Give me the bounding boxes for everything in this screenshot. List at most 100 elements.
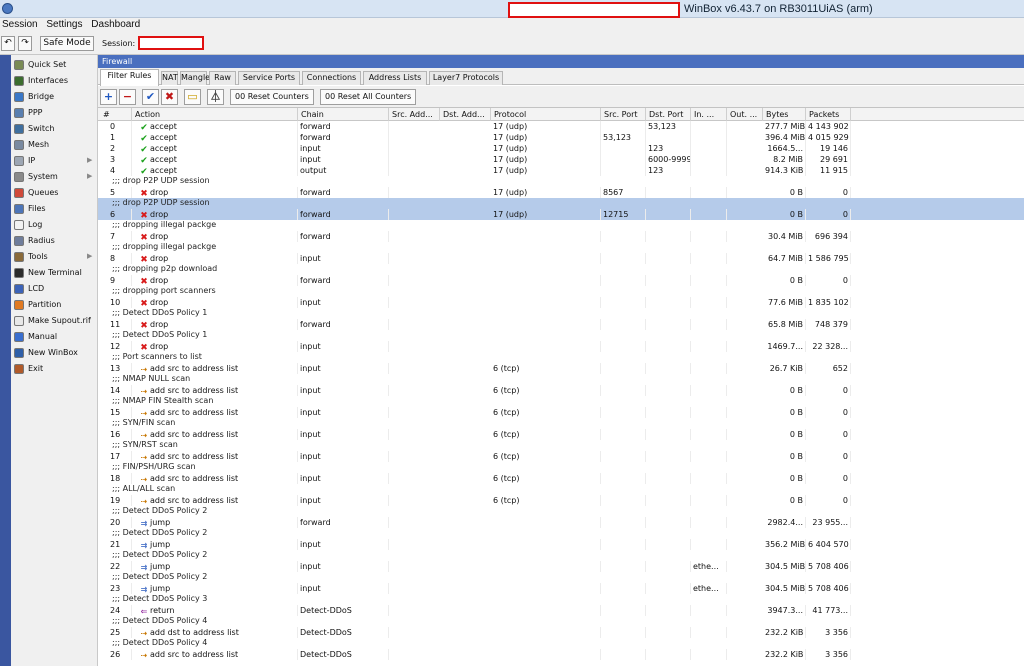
- reset-all-counters-button[interactable]: 00 Reset All Counters: [320, 89, 417, 105]
- undo-button[interactable]: ↶: [1, 36, 15, 51]
- table-row[interactable]: 2 ✔ accept input 17 (udp) 123 1664.5... 19 146: [98, 143, 1024, 154]
- table-row[interactable]: 12 ✖ drop input 1469.7... 22 328...: [98, 341, 1024, 352]
- sidebar-item-exit[interactable]: Exit: [11, 361, 98, 377]
- rule-comment-row[interactable]: ;;; SYN/RST scan: [98, 440, 1024, 451]
- table-row[interactable]: 14 ⇢ add src to address list input 6 (tcp) 0 …: [98, 385, 1024, 396]
- column-header[interactable]: Dst. Port: [646, 108, 691, 121]
- sidebar-item-bridge[interactable]: Bridge: [11, 89, 98, 105]
- table-row[interactable]: 20 ⇉ jump forward 2982.4... 23 955...: [98, 517, 1024, 528]
- sidebar-item-files[interactable]: Files: [11, 201, 98, 217]
- tab-connections[interactable]: Connections: [302, 71, 361, 85]
- disable-rule-button[interactable]: ✖: [161, 89, 178, 105]
- rule-comment-row[interactable]: ;;; drop P2P UDP session: [98, 198, 1024, 209]
- sidebar-item-radius[interactable]: Radius: [11, 233, 98, 249]
- sidebar-item-queues[interactable]: Queues: [11, 185, 98, 201]
- rule-comment-row[interactable]: ;;; Detect DDoS Policy 2: [98, 550, 1024, 561]
- table-row[interactable]: 11 ✖ drop forward 65.8 MiB 748 379: [98, 319, 1024, 330]
- sidebar-item-partition[interactable]: Partition: [11, 297, 98, 313]
- column-header[interactable]: Bytes: [763, 108, 806, 121]
- menu-settings[interactable]: Settings: [43, 18, 85, 30]
- rule-comment-row[interactable]: ;;; Detect DDoS Policy 2: [98, 528, 1024, 539]
- sidebar-item-quick-set[interactable]: Quick Set: [11, 57, 98, 73]
- sidebar-item-lcd[interactable]: LCD: [11, 281, 98, 297]
- column-header[interactable]: Protocol: [491, 108, 601, 121]
- table-row[interactable]: 25 ⇢ add dst to address list Detect-DDoS 232…: [98, 627, 1024, 638]
- redo-button[interactable]: ↷: [18, 36, 32, 51]
- table-row[interactable]: 13 ⇢ add src to address list input 6 (tcp) 26…: [98, 363, 1024, 374]
- rule-comment-row[interactable]: ;;; dropping port scanners: [98, 286, 1024, 297]
- safe-mode-button[interactable]: Safe Mode: [40, 36, 94, 51]
- rule-comment-row[interactable]: ;;; Port scanners to list: [98, 352, 1024, 363]
- table-row[interactable]: 1 ✔ accept forward 17 (udp) 53,123 396.4 MiB 4 …: [98, 132, 1024, 143]
- sidebar-item-new-winbox[interactable]: New WinBox: [11, 345, 98, 361]
- sidebar-item-ip[interactable]: IP ▶: [11, 153, 98, 169]
- table-row[interactable]: 6 ✖ drop forward 17 (udp) 12715 0 B0: [98, 209, 1024, 220]
- rule-comment-row[interactable]: ;;; Detect DDoS Policy 3: [98, 594, 1024, 605]
- session-input-redacted[interactable]: [138, 36, 204, 50]
- filter-icon-button[interactable]: ⏃: [207, 89, 224, 105]
- table-row[interactable]: 17 ⇢ add src to address list input 6 (tcp) 0 …: [98, 451, 1024, 462]
- sidebar-item-tools[interactable]: Tools ▶: [11, 249, 98, 265]
- sidebar-item-switch[interactable]: Switch: [11, 121, 98, 137]
- sidebar-item-interfaces[interactable]: Interfaces: [11, 73, 98, 89]
- column-header[interactable]: Dst. Add...: [440, 108, 491, 121]
- rule-comment-row[interactable]: ;;; dropping illegal packge: [98, 242, 1024, 253]
- table-row[interactable]: 5 ✖ drop forward 17 (udp) 8567 0 B0: [98, 187, 1024, 198]
- rule-comment-row[interactable]: ;;; Detect DDoS Policy 1: [98, 308, 1024, 319]
- tab-raw[interactable]: Raw: [209, 71, 236, 85]
- column-header[interactable]: Src. Add...: [389, 108, 440, 121]
- tab-layer7-protocols[interactable]: Layer7 Protocols: [429, 71, 503, 85]
- rule-comment-row[interactable]: ;;; NMAP NULL scan: [98, 374, 1024, 385]
- table-row[interactable]: 3 ✔ accept input 17 (udp) 6000-9999 8.2 MiB 29 …: [98, 154, 1024, 165]
- menu-dashboard[interactable]: Dashboard: [88, 18, 143, 30]
- rule-comment-row[interactable]: ;;; Detect DDoS Policy 2: [98, 572, 1024, 583]
- menu-session[interactable]: Session: [0, 18, 41, 30]
- rule-comment-row[interactable]: ;;; dropping p2p download: [98, 264, 1024, 275]
- column-header[interactable]: Chain: [298, 108, 389, 121]
- table-row[interactable]: 10 ✖ drop input 77.6 MiB 1 835 102: [98, 297, 1024, 308]
- table-row[interactable]: 16 ⇢ add src to address list input 6 (tcp) 0 …: [98, 429, 1024, 440]
- rule-comment-row[interactable]: ;;; SYN/FIN scan: [98, 418, 1024, 429]
- column-header[interactable]: Src. Port: [601, 108, 646, 121]
- column-header[interactable]: In. ...: [691, 108, 727, 121]
- rule-comment-row[interactable]: ;;; dropping illegal packge: [98, 220, 1024, 231]
- table-row[interactable]: 7 ✖ drop forward 30.4 MiB 696 394: [98, 231, 1024, 242]
- table-row[interactable]: 15 ⇢ add src to address list input 6 (tcp) 0 …: [98, 407, 1024, 418]
- sidebar-item-make-supout-rif[interactable]: Make Supout.rif: [11, 313, 98, 329]
- table-row[interactable]: 0 ✔ accept forward 17 (udp) 53,123 277.7 MiB 4 …: [98, 121, 1024, 132]
- rule-comment-row[interactable]: ;;; Detect DDoS Policy 4: [98, 638, 1024, 649]
- rule-comment-row[interactable]: ;;; Detect DDoS Policy 1: [98, 330, 1024, 341]
- table-row[interactable]: 26 ⇢ add src to address list Detect-DDoS 232…: [98, 649, 1024, 660]
- comment-button[interactable]: ▭: [184, 89, 201, 105]
- rule-comment-row[interactable]: ;;; ALL/ALL scan: [98, 484, 1024, 495]
- reset-counters-button[interactable]: 00 Reset Counters: [230, 89, 314, 105]
- column-header[interactable]: Packets: [806, 108, 851, 121]
- table-row[interactable]: 8 ✖ drop input 64.7 MiB 1 586 795: [98, 253, 1024, 264]
- sidebar-item-new-terminal[interactable]: New Terminal: [11, 265, 98, 281]
- table-row[interactable]: 22 ⇉ jump input ethe... 304.5 MiB 5 708 406: [98, 561, 1024, 572]
- rule-comment-row[interactable]: ;;; FIN/PSH/URG scan: [98, 462, 1024, 473]
- sidebar-item-manual[interactable]: Manual: [11, 329, 98, 345]
- sidebar-item-ppp[interactable]: PPP: [11, 105, 98, 121]
- column-header[interactable]: Out. ...: [727, 108, 763, 121]
- table-row[interactable]: 9 ✖ drop forward 0 B0: [98, 275, 1024, 286]
- table-row[interactable]: 4 ✔ accept output 17 (udp) 123 914.3 KiB 11 915: [98, 165, 1024, 176]
- table-row[interactable]: 23 ⇉ jump input ethe... 304.5 MiB 5 708 406: [98, 583, 1024, 594]
- rule-comment-row[interactable]: ;;; drop P2P UDP session: [98, 176, 1024, 187]
- sidebar-item-system[interactable]: System ▶: [11, 169, 98, 185]
- add-rule-button[interactable]: +: [100, 89, 117, 105]
- remove-rule-button[interactable]: −: [119, 89, 136, 105]
- table-row[interactable]: 21 ⇉ jump input 356.2 MiB 6 404 570: [98, 539, 1024, 550]
- table-row[interactable]: 24 ⇐ return Detect-DDoS 3947.3... 41 773...: [98, 605, 1024, 616]
- table-row[interactable]: 18 ⇢ add src to address list input 6 (tcp) 0 …: [98, 473, 1024, 484]
- column-header[interactable]: #: [100, 108, 132, 121]
- rule-comment-row[interactable]: ;;; Detect DDoS Policy 2: [98, 506, 1024, 517]
- sidebar-item-log[interactable]: Log: [11, 217, 98, 233]
- table-row[interactable]: 19 ⇢ add src to address list input 6 (tcp) 0 …: [98, 495, 1024, 506]
- column-header[interactable]: Action: [132, 108, 298, 121]
- rule-comment-row[interactable]: ;;; Detect DDoS Policy 4: [98, 616, 1024, 627]
- tab-address-lists[interactable]: Address Lists: [363, 71, 427, 85]
- tab-filter-rules[interactable]: Filter Rules: [100, 69, 159, 86]
- sidebar-item-mesh[interactable]: Mesh: [11, 137, 98, 153]
- enable-rule-button[interactable]: ✔: [142, 89, 159, 105]
